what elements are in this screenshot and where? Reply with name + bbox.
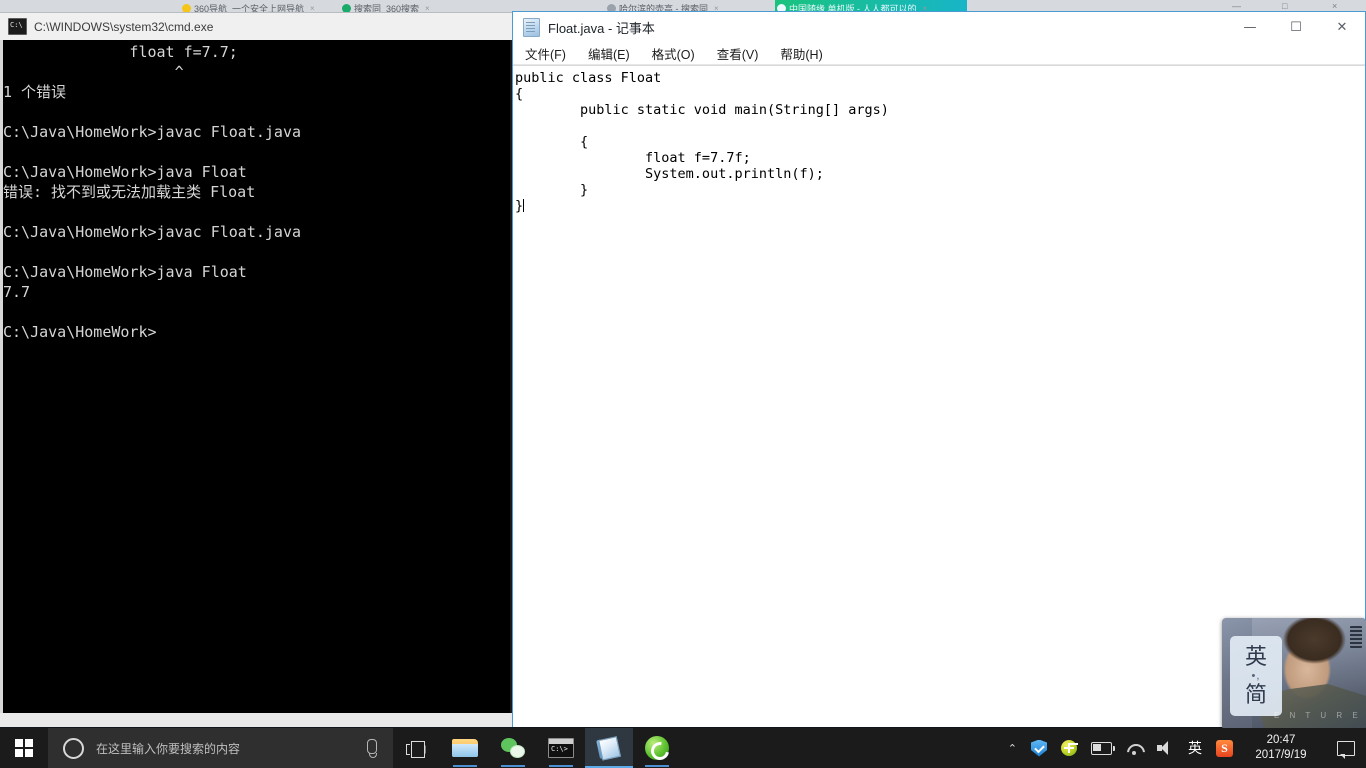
taskbar-file-explorer[interactable] [441, 728, 489, 768]
taskbar-wechat[interactable] [489, 728, 537, 768]
ime-skin-decoration [1350, 626, 1362, 648]
tray-360-speedup[interactable] [1054, 728, 1084, 768]
tray-360-shield[interactable] [1024, 728, 1054, 768]
notepad-titlebar[interactable]: Float.java - 记事本 — ☐ ✕ [513, 12, 1365, 42]
cortana-circle-icon [63, 737, 84, 759]
tray-network[interactable] [1119, 728, 1150, 768]
cmd-window-bottom-strip [0, 713, 512, 727]
ime-floating-bar[interactable]: 英 •, 简 E N T U R E [1222, 618, 1366, 730]
green-plus-icon [1061, 740, 1077, 756]
tray-show-hidden-icons[interactable]: ⌃ [1001, 728, 1024, 768]
battery-icon [1091, 741, 1115, 755]
notepad-window-title: Float.java - 记事本 [548, 20, 655, 36]
clock-time: 20:47 [1266, 734, 1296, 746]
cmd-icon [548, 738, 574, 758]
cmd-console-output: float f=7.7; ^ 1 个错误 C:\Java\HomeWork>ja… [3, 43, 302, 341]
menu-file[interactable]: 文件(F) [525, 44, 566, 63]
desktop-screen: 360导航_一个安全上网导航 × 搜索同_360搜索 × 哈尔滨的壶高 - 搜索… [0, 0, 1366, 768]
tray-volume[interactable] [1150, 728, 1181, 768]
taskbar-clock[interactable]: 20:47 2017/9/19 [1240, 728, 1326, 768]
sogou-icon: S [1216, 739, 1233, 757]
browser-360-icon [645, 736, 669, 760]
notepad-code-content: public class Float { public static void … [513, 66, 1365, 214]
search-placeholder: 在这里输入你要搜索的内容 [96, 741, 241, 756]
windows-logo-icon [15, 739, 33, 757]
browser-close-button[interactable]: × [1332, 1, 1337, 11]
ime-simplified-label: 简 [1244, 682, 1267, 707]
task-view-icon [406, 740, 428, 758]
taskbar-360-browser[interactable] [633, 728, 681, 768]
notepad-icon [596, 735, 622, 761]
close-button[interactable]: ✕ [1319, 12, 1365, 42]
folder-icon [452, 738, 478, 758]
tray-ime-mode[interactable]: 英 [1181, 728, 1209, 768]
wifi-icon [1126, 742, 1143, 755]
taskbar: 在这里输入你要搜索的内容 ⌃ 英 S [0, 728, 1366, 768]
volume-icon [1157, 741, 1174, 755]
start-button[interactable] [0, 728, 48, 768]
clock-date: 2017/9/19 [1255, 749, 1307, 761]
code-text: public class Float { public static void … [515, 70, 889, 214]
menu-edit[interactable]: 编辑(E) [588, 44, 630, 63]
minimize-button[interactable]: — [1227, 12, 1273, 42]
cmd-window-title: C:\WINDOWS\system32\cmd.exe [34, 19, 214, 34]
ime-punct-label: •, [1251, 670, 1261, 682]
ime-mode-toggle[interactable]: 英 •, 简 [1230, 636, 1282, 716]
tray-sogou-ime[interactable]: S [1209, 728, 1240, 768]
browser-maximize-button[interactable]: □ [1282, 1, 1287, 11]
task-view-button[interactable] [393, 728, 441, 768]
taskbar-cmd[interactable] [537, 728, 585, 768]
ime-english-label: 英 [1244, 644, 1267, 669]
system-tray: ⌃ 英 S 20:47 2017/9/19 [1001, 728, 1366, 768]
tab-close-icon[interactable]: × [425, 4, 430, 13]
taskbar-notepad[interactable] [585, 728, 633, 768]
tab-favicon [182, 3, 191, 13]
shield-icon [1031, 739, 1047, 757]
tab-favicon [342, 3, 351, 13]
text-caret [523, 199, 525, 212]
notepad-window-controls: — ☐ ✕ [1227, 12, 1365, 42]
wechat-icon [501, 738, 525, 758]
notification-icon [1337, 740, 1355, 759]
cmd-console-area[interactable]: float f=7.7; ^ 1 个错误 C:\Java\HomeWork>ja… [0, 40, 512, 726]
tab-close-icon[interactable]: × [310, 4, 315, 13]
tray-battery[interactable] [1084, 728, 1119, 768]
maximize-button[interactable]: ☐ [1273, 12, 1319, 42]
microphone-icon[interactable] [367, 739, 377, 758]
cmd-icon [8, 18, 27, 35]
notification-center-button[interactable] [1326, 728, 1366, 768]
taskbar-search-box[interactable]: 在这里输入你要搜索的内容 [48, 728, 393, 768]
notepad-menubar: 文件(F) 编辑(E) 格式(O) 查看(V) 帮助(H) [513, 42, 1365, 65]
cmd-titlebar[interactable]: C:\WINDOWS\system32\cmd.exe [0, 13, 512, 41]
browser-minimize-button[interactable]: — [1232, 1, 1241, 11]
notepad-icon [523, 17, 540, 37]
menu-format[interactable]: 格式(O) [652, 44, 695, 63]
ime-skin-brand: E N T U R E [1274, 711, 1362, 720]
menu-view[interactable]: 查看(V) [717, 44, 759, 63]
menu-help[interactable]: 帮助(H) [780, 44, 822, 63]
cmd-window[interactable]: C:\WINDOWS\system32\cmd.exe float f=7.7;… [0, 13, 512, 726]
